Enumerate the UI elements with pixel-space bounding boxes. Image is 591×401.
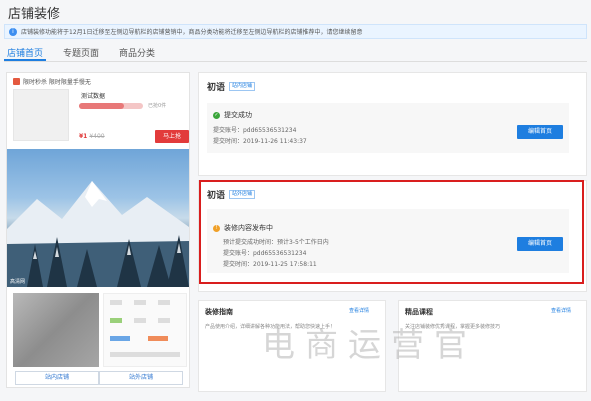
guide-title: 装修指南	[205, 308, 233, 316]
banner-image: 高清网	[7, 149, 189, 287]
submission-status-box: ✓ 提交成功 提交账号：pdd65536531234 提交时间：2019-11-…	[207, 103, 569, 153]
submit-account: 提交账号：pdd65536531234	[213, 127, 297, 134]
tab-bar: 店铺首页 专题页面 商品分类	[4, 44, 587, 62]
info-icon: i	[9, 27, 17, 36]
course-details-link[interactable]: 查看详情	[551, 307, 571, 314]
page-title: 店铺装修	[8, 7, 61, 22]
tab-store-home[interactable]: 店铺首页	[4, 44, 47, 61]
store-title: 初语	[207, 83, 226, 93]
submission-status: ✓ 提交成功	[213, 110, 252, 120]
preview-lower-section	[7, 289, 189, 369]
inner-store-card: 初语 站内店铺 ✓ 提交成功 提交账号：pdd65536531234 提交时间：…	[198, 72, 587, 176]
tab-outer-store[interactable]: 站外店铺	[99, 371, 183, 385]
submit-time: 提交时间：2019-11-26 11:43:37	[213, 138, 307, 145]
product-price: ¥1 ¥400	[79, 133, 105, 140]
tab-topic-pages[interactable]: 专题页面	[60, 44, 102, 61]
store-preview: 限时秒杀 限时限量手慢无 测试数据 已抢0件 ¥1 ¥400 马上抢 高清网 站…	[6, 72, 190, 388]
flash-sale-icon	[13, 78, 20, 85]
mini-dashboard	[103, 293, 187, 367]
flash-sale-section: 限时秒杀 限时限量手慢无 测试数据 已抢0件 ¥1 ¥400 马上抢	[7, 73, 189, 145]
notice-bar: i 店铺装修功能将于12月1日迁移至左侧边导航栏的店铺营销中，商品分类功能将迁移…	[4, 24, 587, 39]
sold-count: 已抢0件	[148, 103, 167, 109]
success-check-icon: ✓	[213, 111, 220, 119]
store-name: 初语 站内店铺	[207, 80, 256, 93]
edit-homepage-button[interactable]: 编辑首页	[517, 125, 563, 139]
highlight-box	[199, 180, 584, 284]
flash-sale-title: 限时秒杀 限时限量手慢无	[23, 79, 91, 86]
snow-mountain-illustration	[7, 181, 189, 287]
product-image	[13, 293, 99, 367]
buy-now-button[interactable]: 马上抢	[155, 130, 189, 143]
sale-price: ¥1	[79, 133, 88, 140]
status-text: 提交成功	[224, 111, 252, 119]
guide-details-link[interactable]: 查看详情	[349, 307, 369, 314]
tab-product-category[interactable]: 商品分类	[116, 44, 158, 61]
tab-inner-store[interactable]: 站内店铺	[15, 371, 99, 385]
sale-progress-fill	[79, 103, 124, 109]
product-name: 测试数据	[81, 93, 106, 100]
banner-caption: 高清网	[10, 279, 26, 285]
original-price: ¥400	[89, 133, 105, 140]
flash-sale-header: 限时秒杀 限时限量手慢无	[13, 77, 91, 86]
course-title: 精品课程	[405, 308, 433, 316]
preview-footer-tabs: 站内店铺 站外店铺	[15, 371, 183, 385]
notice-text: 店铺装修功能将于12月1日迁移至左侧边导航栏的店铺营销中，商品分类功能将迁移至左…	[21, 29, 363, 36]
sale-progress-bar	[79, 103, 143, 109]
store-type-tag: 站内店铺	[229, 82, 256, 91]
product-thumbnail	[13, 89, 69, 141]
watermark-text: 电商运营官	[262, 325, 477, 364]
